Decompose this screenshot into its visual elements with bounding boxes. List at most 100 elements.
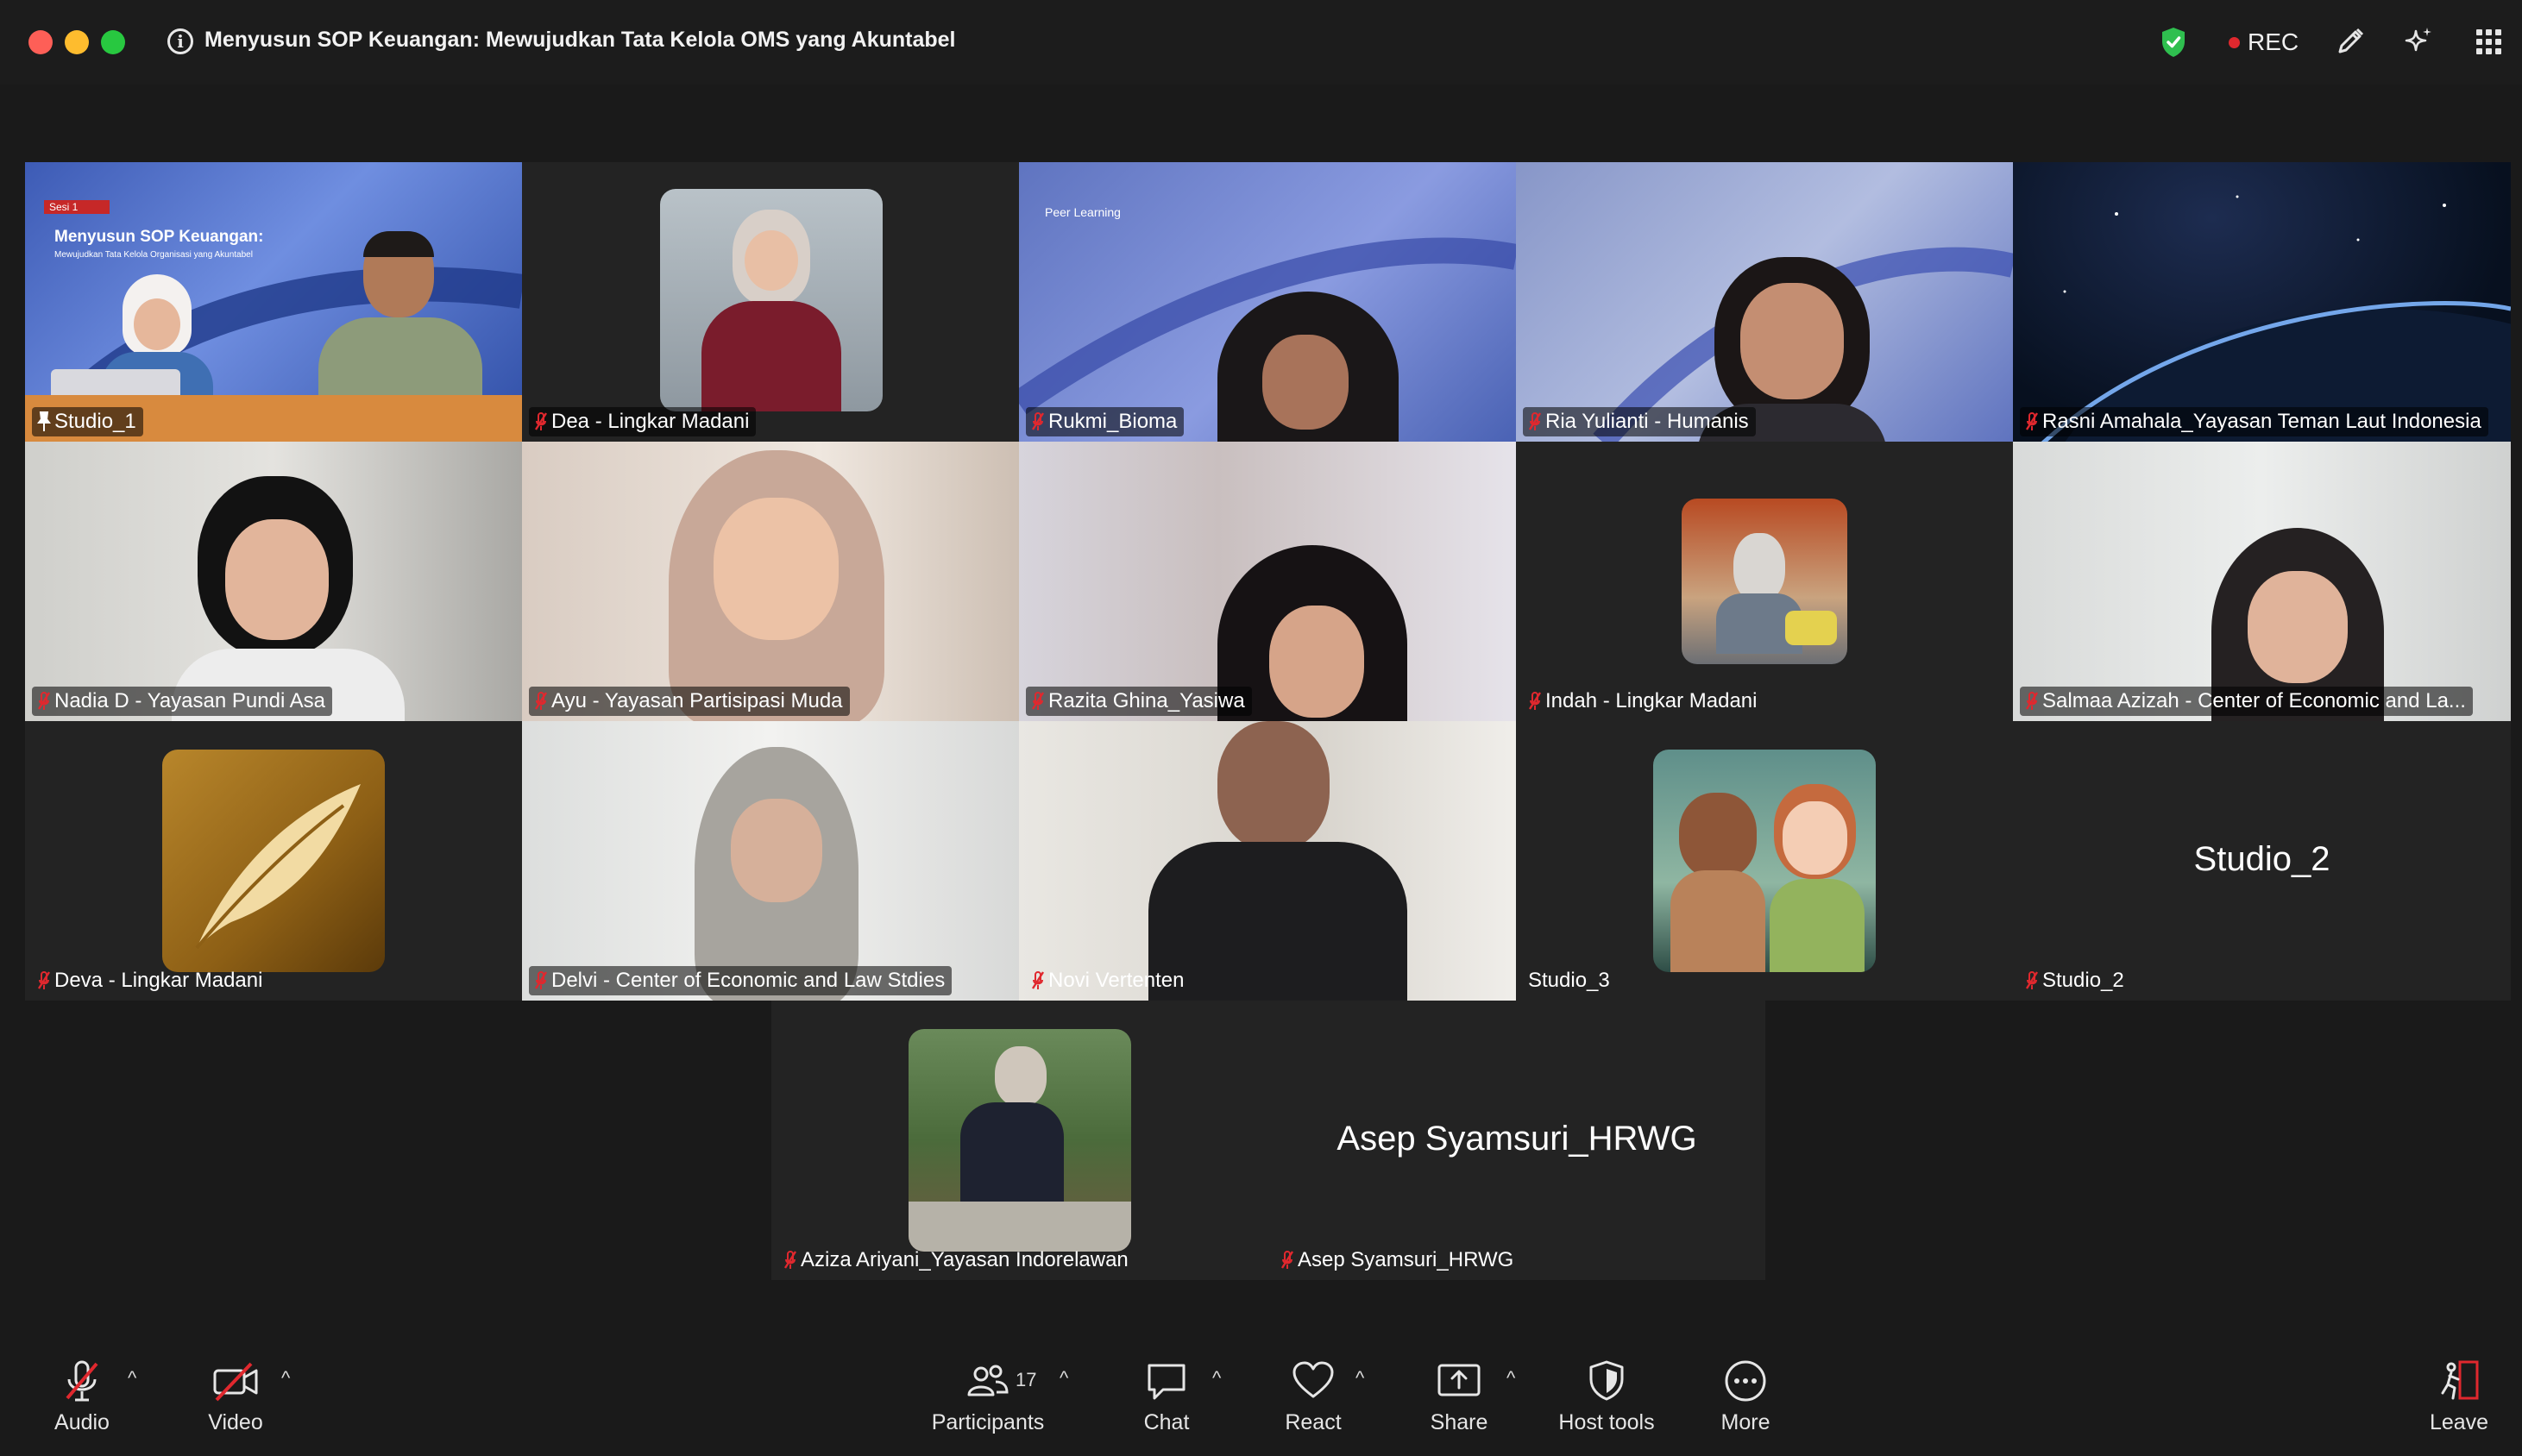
participant-name-label: Ayu - Yayasan Partisipasi Muda [529,687,850,716]
participant-video [1217,292,1399,442]
mic-muted-icon [37,692,51,710]
share-options-caret[interactable]: ^ [1506,1367,1515,1390]
video-tile-novi[interactable]: Novi Vertenten [1019,721,1516,1001]
participant-video [172,476,405,721]
video-tile-dea[interactable]: Dea - Lingkar Madani [522,162,1019,442]
more-button[interactable]: More [1711,1359,1780,1445]
participant-name-label: Aziza Ariyani_Yayasan Indorelawan [778,1246,1135,1275]
participant-name-label: Novi Vertenten [1026,966,1191,995]
mic-muted-icon [534,692,548,710]
mic-muted-icon [1528,412,1542,430]
camera-off-icon [213,1362,258,1402]
mic-muted-icon [2025,692,2039,710]
participant-video [1131,721,1407,1001]
video-tile-deva[interactable]: Deva - Lingkar Madani [25,721,522,1001]
zoom-window-button[interactable] [101,30,125,54]
ai-companion-sparkle-icon[interactable] [2401,24,2436,59]
mic-muted-icon [37,971,51,989]
video-tile-rukmi[interactable]: Peer Learning Rukmi_Bioma [1019,162,1516,442]
participants-options-caret[interactable]: ^ [1060,1367,1068,1390]
participant-name-label: Rasni Amahala_Yayasan Teman Laut Indones… [2020,407,2488,436]
video-tile-rasni[interactable]: Rasni Amahala_Yayasan Teman Laut Indones… [2013,162,2511,442]
participant-display-name: Asep Syamsuri_HRWG [1336,1120,1697,1158]
quill-app-icon [162,750,385,972]
host-shield-icon [1589,1360,1624,1401]
title-bar: i Menyusun SOP Keuangan: Mewujudkan Tata… [0,0,2522,85]
chat-bubble-icon [1148,1364,1186,1400]
participant-name-label: Ria Yulianti - Humanis [1523,407,1756,436]
audio-options-caret[interactable]: ^ [128,1367,136,1390]
react-button[interactable]: React [1279,1359,1348,1445]
chat-button[interactable]: Chat [1132,1359,1201,1445]
participant-name-label: Indah - Lingkar Madani [1523,687,1764,716]
mic-muted-icon [1031,971,1045,989]
mic-muted-icon [1031,692,1045,710]
participant-display-name: Studio_2 [2193,840,2330,878]
mic-muted-icon [1031,412,1045,430]
slide-label: Peer Learning [1045,205,1121,219]
recording-dot-icon [2229,37,2240,48]
slide-session-badge: Sesi 1 [44,200,110,214]
participant-name-label: Nadia D - Yayasan Pundi Asa [32,687,332,716]
mic-muted-icon [534,412,548,430]
participant-name-label: Salmaa Azizah - Center of Economic and L… [2020,687,2473,716]
apps-grid-icon[interactable] [2471,24,2506,59]
react-options-caret[interactable]: ^ [1355,1367,1364,1390]
participant-name-label: Rukmi_Bioma [1026,407,1185,436]
profile-photo [660,189,883,411]
share-button[interactable]: Share [1425,1359,1494,1445]
host-tools-button[interactable]: Host tools [1553,1359,1660,1445]
annotate-pen-icon[interactable] [2333,24,2368,59]
minimize-window-button[interactable] [65,30,89,54]
participant-name-label: Studio_3 [1528,969,1610,992]
video-tile-studio-1[interactable]: Sesi 1 Menyusun SOP Keuangan: Mewujudkan… [25,162,522,442]
recording-indicator[interactable]: REC [2248,28,2299,56]
video-tile-salmaa[interactable]: Salmaa Azizah - Center of Economic and L… [2013,442,2511,721]
microphone-muted-icon [66,1360,98,1402]
earth-horizon [2041,195,2511,442]
audio-button[interactable]: Audio [43,1359,121,1445]
share-screen-icon [1437,1364,1481,1396]
video-tile-studio-2[interactable]: Studio_2 Studio_2 [2013,721,2511,1001]
mic-muted-icon [1280,1251,1294,1269]
heart-icon [1292,1361,1334,1398]
video-tile-nadia[interactable]: Nadia D - Yayasan Pundi Asa [25,442,522,721]
participant-name-label: Deva - Lingkar Madani [32,966,269,995]
profile-photo [1682,499,1847,664]
mic-muted-icon [783,1251,797,1269]
chat-options-caret[interactable]: ^ [1212,1367,1221,1390]
meeting-title: Menyusun SOP Keuangan: Mewujudkan Tata K… [204,28,956,52]
video-options-caret[interactable]: ^ [281,1367,290,1390]
participant-name-label: Asep Syamsuri_HRWG [1275,1246,1520,1275]
video-button[interactable]: Video [197,1359,274,1445]
mic-muted-icon [2025,971,2039,989]
video-tile-razita[interactable]: Razita Ghina_Yasiwa [1019,442,1516,721]
video-tile-studio-3[interactable]: Studio_3 [1516,721,2013,1001]
video-tile-indah[interactable]: Indah - Lingkar Madani [1516,442,2013,721]
video-tile-aziza[interactable]: Aziza Ariyani_Yayasan Indorelawan [771,1001,1268,1280]
mic-muted-icon [1528,692,1542,710]
participant-name-label: Studio_2 [2020,966,2131,995]
video-tile-delvi[interactable]: Delvi - Center of Economic and Law Stdie… [522,721,1019,1001]
participant-name-label: Delvi - Center of Economic and Law Stdie… [529,966,953,995]
mic-muted-icon [2025,412,2039,430]
gallery-view: Sesi 1 Menyusun SOP Keuangan: Mewujudkan… [0,85,2522,1324]
close-window-button[interactable] [28,30,53,54]
participant-video [686,747,867,1001]
slide-subheading: Mewujudkan Tata Kelola Organisasi yang A… [54,250,253,260]
info-icon[interactable]: i [167,28,193,54]
pin-icon [37,411,51,431]
video-tile-ayu[interactable]: Ayu - Yayasan Partisipasi Muda [522,442,1019,721]
video-tile-asep[interactable]: Asep Syamsuri_HRWG Asep Syamsuri_HRWG [1268,1001,1765,1280]
participant-name-label: Razita Ghina_Yasiwa [1026,687,1252,716]
participant-name-label: Dea - Lingkar Madani [529,407,757,436]
leave-button[interactable]: Leave [2425,1359,2494,1445]
participants-count: 17 [1016,1369,1037,1390]
meeting-controls-toolbar: Audio ^ Video ^ Participants 17 ^ Chat ^… [0,1324,2522,1456]
encryption-shield-icon[interactable] [2160,26,2187,59]
mic-muted-icon [534,971,548,989]
video-tile-ria[interactable]: Ria Yulianti - Humanis [1516,162,2013,442]
slide-heading: Menyusun SOP Keuangan: [54,228,264,246]
participant-name-label: Studio_1 [32,407,143,436]
participant-video [651,450,902,721]
